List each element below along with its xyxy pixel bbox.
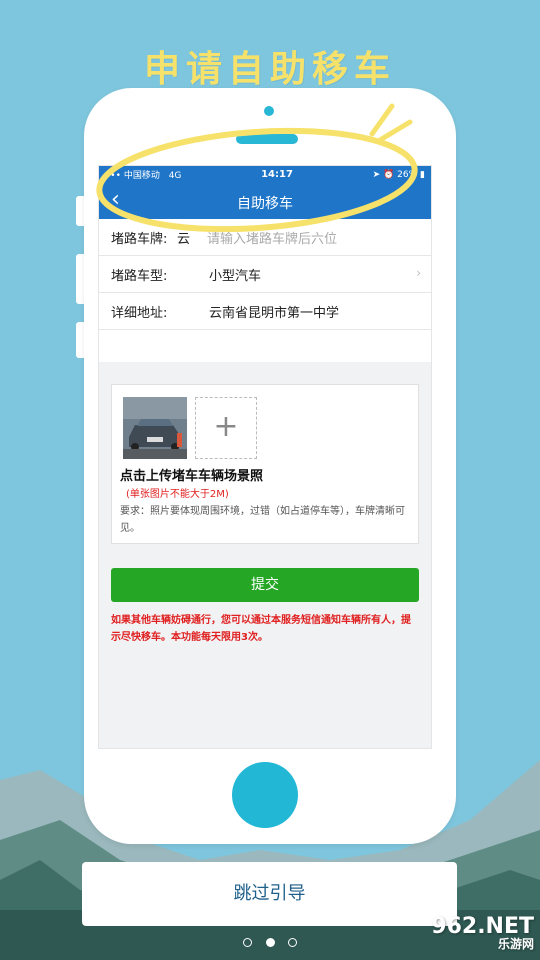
- page-dot-active[interactable]: [265, 938, 275, 947]
- site-watermark: 962.NET 乐游网: [431, 914, 534, 952]
- page-dot[interactable]: [287, 938, 297, 947]
- page-dot[interactable]: [243, 938, 253, 947]
- skip-guide-button[interactable]: 跳过引导: [82, 862, 457, 926]
- highlight-oval: [96, 103, 418, 233]
